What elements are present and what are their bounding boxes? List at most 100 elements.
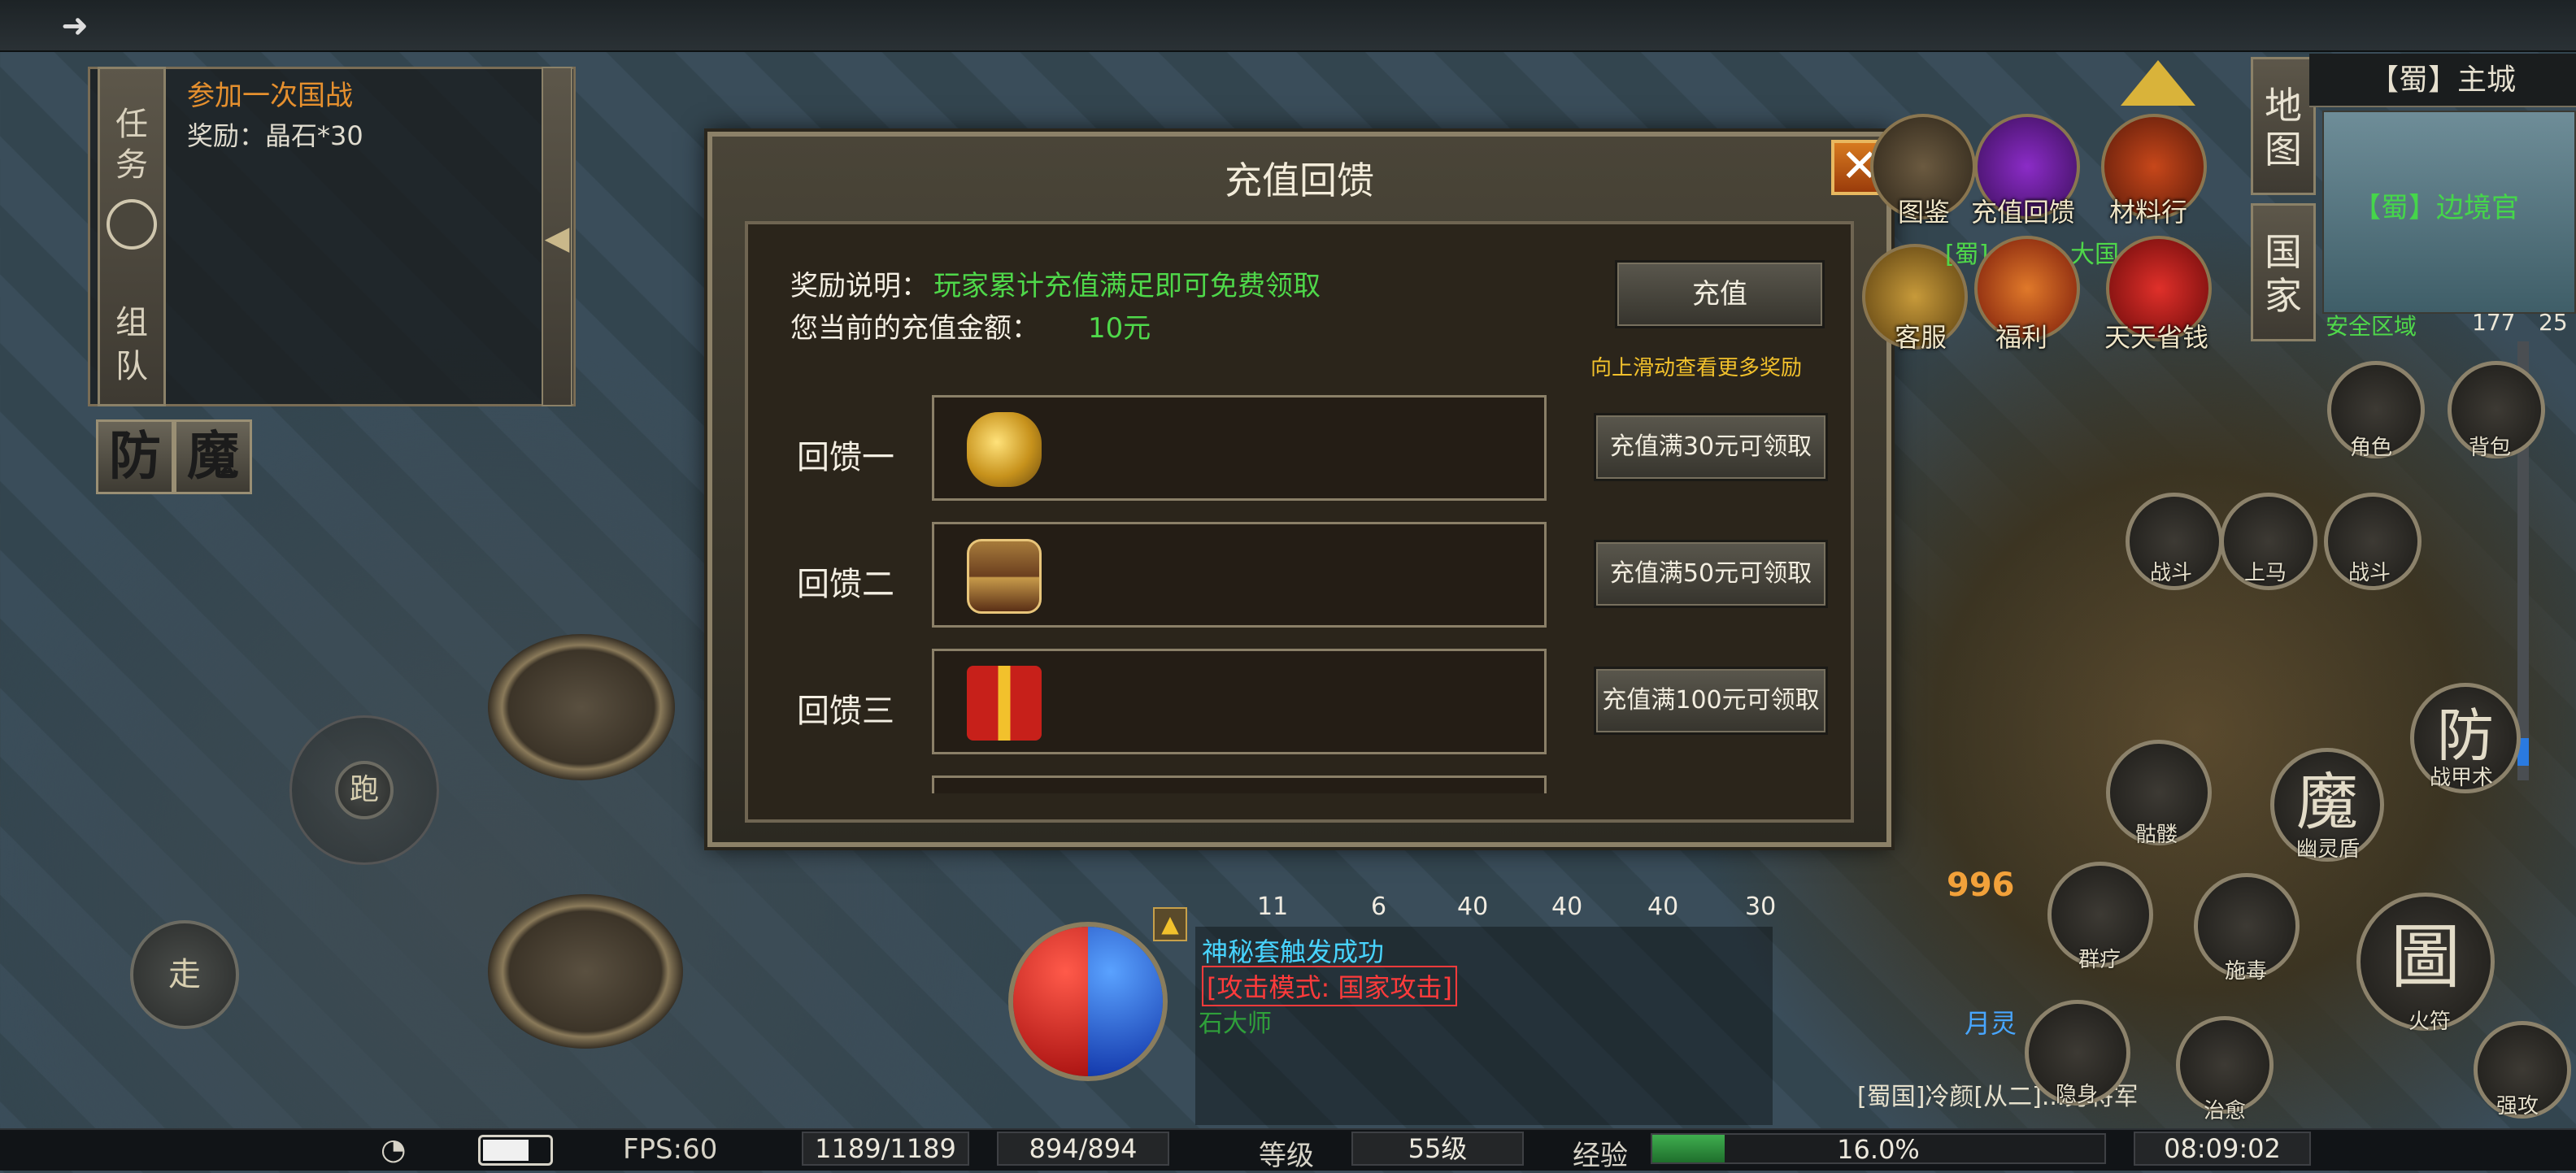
quick-slot-count[interactable]: 40 <box>1551 893 1582 921</box>
skill-label: 治愈 <box>2204 1099 2247 1123</box>
gold-ore-icon <box>967 412 1042 487</box>
skill-glyph: 防 <box>2437 702 2494 769</box>
stone-bowl <box>488 634 675 780</box>
hp-value: 1189/1189 <box>802 1132 969 1166</box>
swirl-icon <box>107 199 157 250</box>
monster-name: 石大师 <box>1199 1010 1272 1038</box>
skill-label: 背包 <box>2469 436 2512 460</box>
battery-icon <box>478 1135 553 1166</box>
quick-bar: 11 6 40 40 40 30 <box>1200 854 1786 925</box>
tab-team-char2[interactable]: 队 <box>100 349 163 384</box>
dialog-title: 充值回馈 <box>1225 159 1374 202</box>
quest-title[interactable]: 参加一次国战 <box>187 73 353 113</box>
menu-label-recharge: 充值回馈 <box>1971 197 2076 228</box>
defense-mode-button[interactable]: 防 <box>96 419 174 494</box>
tab-quest-char2[interactable]: 务 <box>100 147 163 183</box>
skill-label: 幽灵盾 <box>2296 837 2361 862</box>
stone-bowl <box>488 894 683 1049</box>
quick-slot-count[interactable]: 11 <box>1257 893 1288 921</box>
skill-label: 隐身 <box>2056 1083 2099 1107</box>
country-tab-label: 国家 <box>2265 230 2302 318</box>
amount-label: 您当前的充值金额： <box>790 312 1039 345</box>
skill-label: 角色 <box>2350 436 2393 460</box>
country-tab[interactable]: 国家 <box>2251 203 2316 341</box>
reward-slot[interactable] <box>932 395 1547 501</box>
recharge-button[interactable]: 充值 <box>1615 260 1825 328</box>
reward-slot[interactable] <box>932 522 1547 628</box>
tab-team-char1[interactable]: 组 <box>100 305 163 341</box>
expand-up-icon[interactable] <box>2121 60 2195 106</box>
tab-quest-char1[interactable]: 任 <box>100 106 163 142</box>
clock: 08:09:02 <box>2134 1132 2311 1166</box>
safe-zone-label: 安全区域 <box>2326 313 2417 340</box>
reward-label: 回馈三 <box>797 693 894 730</box>
battery-level <box>483 1140 529 1161</box>
dialog-content: 奖励说明： 玩家累计充值满足即可免费领取 您当前的充值金额： 10元 充值 向上… <box>745 221 1854 823</box>
skill-label: 强攻 <box>2496 1094 2539 1119</box>
claim-button[interactable]: 充值满50元可领取 <box>1594 540 1828 608</box>
menu-label-savings: 天天省钱 <box>2104 322 2209 353</box>
skill-label: 战斗 <box>2348 561 2391 585</box>
damage-number: 996 <box>1947 867 2015 904</box>
reward-slot <box>932 775 1547 793</box>
skill-label: 群疗 <box>2078 948 2121 972</box>
exp-bar: 16.0% <box>1651 1133 2106 1164</box>
collapse-arrow-icon[interactable]: ◀ <box>542 67 572 406</box>
skill-label: 火符 <box>2408 1010 2452 1034</box>
treasure-chest-icon <box>967 539 1042 614</box>
fps-counter: FPS:60 <box>623 1133 718 1166</box>
quick-slot-count[interactable]: 40 <box>1457 893 1488 921</box>
menu-label-codex: 图鉴 <box>1898 197 1951 228</box>
coord-x: 177 <box>2472 309 2516 336</box>
expand-arrow-icon[interactable]: ▲ <box>1153 907 1187 941</box>
skill-label: 战斗 <box>2150 561 2193 585</box>
coord-y: 25 <box>2539 309 2568 336</box>
claim-button[interactable]: 充值满30元可领取 <box>1594 413 1828 481</box>
menu-label-service: 客服 <box>1895 322 1947 353</box>
top-bar: ➜ <box>0 0 2576 52</box>
description-label: 奖励说明： <box>790 270 929 302</box>
map-tab-label: 地图 <box>2265 84 2302 172</box>
reward-label: 回馈一 <box>797 439 894 476</box>
quest-tabs: 任 务 组 队 <box>98 67 166 406</box>
claim-button[interactable]: 充值满100元可领取 <box>1594 667 1828 735</box>
map-tab[interactable]: 地图 <box>2251 57 2316 195</box>
quick-slot-count[interactable]: 6 <box>1371 893 1386 921</box>
mp-orb-half <box>1088 927 1163 1076</box>
walk-button[interactable]: 走 <box>130 920 239 1029</box>
recharge-feedback-dialog: 充值回馈 ✕ 奖励说明： 玩家累计充值满足即可免费领取 您当前的充值金额： 10… <box>707 132 1891 847</box>
level-label: 等级 <box>1259 1140 1314 1172</box>
wifi-icon: ◔ <box>381 1133 407 1166</box>
magic-mode-button[interactable]: 魔 <box>174 419 252 494</box>
quick-slot-count[interactable]: 30 <box>1745 893 1776 921</box>
minimap-title: 【蜀】主城 <box>2309 54 2576 107</box>
skill-glyph: 圖 <box>2391 917 2461 998</box>
reward-slot[interactable] <box>932 649 1547 754</box>
skill-label: 施毒 <box>2225 959 2268 984</box>
chat-line: 神秘套触发成功 <box>1202 936 1385 967</box>
quest-reward: 奖励：晶石*30 <box>187 120 363 151</box>
run-button[interactable]: 跑 <box>335 761 394 819</box>
scroll-hint: 向上滑动查看更多奖励 <box>1590 356 1803 380</box>
mp-value: 894/894 <box>997 1132 1169 1166</box>
level-value: 55级 <box>1351 1132 1524 1166</box>
exp-percent: 16.0% <box>1837 1134 1920 1165</box>
skill-label: 上马 <box>2244 561 2287 585</box>
skill-label: 战甲术 <box>2430 766 2494 790</box>
description-value: 玩家累计充值满足即可免费领取 <box>933 270 1321 302</box>
skill-label: 骷髅 <box>2135 823 2178 847</box>
hp-mp-orb <box>1008 922 1168 1081</box>
player-name: 月灵 <box>1965 1008 2017 1039</box>
quick-slot-count[interactable]: 40 <box>1647 893 1678 921</box>
chat-box[interactable]: 神秘套触发成功 [攻击模式: 国家攻击] 石大师 <box>1195 927 1773 1125</box>
arrow-right-icon[interactable]: ➜ <box>57 8 93 44</box>
skill-glyph: 魔 <box>2296 766 2358 838</box>
chat-line: [攻击模式: 国家攻击] <box>1202 966 1457 1006</box>
minimap[interactable]: 【蜀】边境官 <box>2322 111 2576 314</box>
hp-orb-half <box>1013 927 1088 1076</box>
menu-label-materials: 材料行 <box>2109 197 2188 228</box>
reward-label: 回馈二 <box>797 566 894 603</box>
amount-value: 10元 <box>1088 312 1151 345</box>
minimap-npc-label: 【蜀】边境官 <box>2353 192 2519 224</box>
gift-box-icon <box>967 666 1042 741</box>
